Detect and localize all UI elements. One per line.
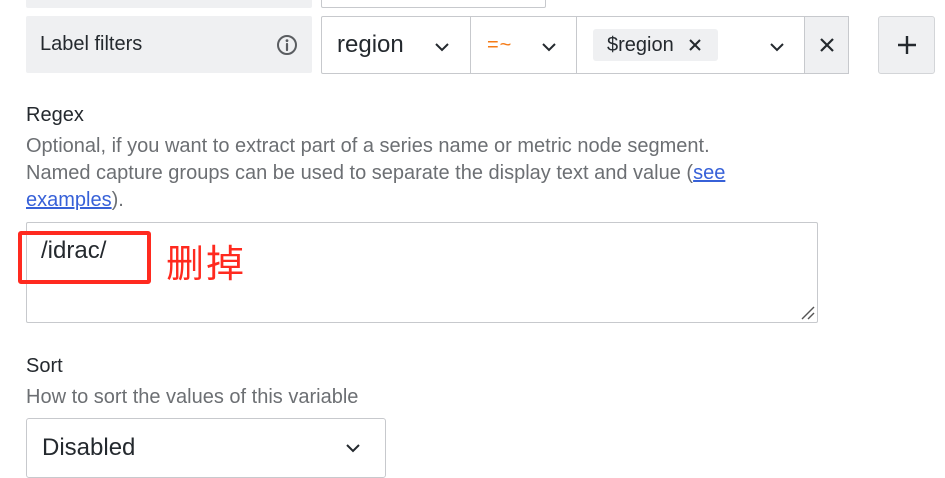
label-key-select[interactable]: region bbox=[321, 16, 471, 74]
sort-select[interactable]: Disabled bbox=[26, 418, 386, 478]
previous-row-input[interactable] bbox=[321, 0, 546, 8]
regex-description-line3: examples). bbox=[26, 187, 886, 214]
previous-row-label bbox=[26, 0, 312, 8]
value-chip-label: $region bbox=[607, 33, 674, 56]
info-icon[interactable] bbox=[276, 34, 298, 56]
regex-description-line1: Optional, if you want to extract part of… bbox=[26, 135, 710, 157]
chevron-down-icon bbox=[770, 43, 784, 52]
regex-description: Optional, if you want to extract part of… bbox=[26, 133, 886, 214]
see-examples-link[interactable]: see bbox=[693, 162, 725, 184]
label-value-select[interactable]: $region bbox=[576, 16, 805, 74]
label-operator-select[interactable]: =~ bbox=[470, 16, 577, 74]
sort-description: How to sort the values of this variable bbox=[26, 386, 359, 408]
annotation-text: 删掉 bbox=[166, 242, 247, 286]
close-icon[interactable] bbox=[688, 38, 702, 52]
annotation-highlight-box bbox=[18, 231, 151, 284]
regex-description-end: ). bbox=[111, 189, 124, 211]
value-chip: $region bbox=[593, 29, 718, 61]
label-operator-value: =~ bbox=[487, 33, 513, 56]
remove-filter-button[interactable] bbox=[804, 16, 849, 74]
plus-icon bbox=[897, 36, 916, 54]
label-filters-label: Label filters bbox=[26, 16, 312, 73]
sort-title: Sort bbox=[26, 355, 63, 377]
close-icon bbox=[819, 38, 834, 52]
label-filters-text: Label filters bbox=[40, 33, 143, 55]
add-filter-button[interactable] bbox=[878, 16, 935, 74]
chevron-down-icon bbox=[542, 43, 556, 52]
regex-title: Regex bbox=[26, 104, 84, 126]
label-key-value: region bbox=[337, 31, 404, 58]
regex-description-line2: Named capture groups can be used to sepa… bbox=[26, 160, 886, 187]
resize-handle-icon[interactable] bbox=[799, 304, 815, 320]
regex-description-text: Named capture groups can be used to sepa… bbox=[26, 162, 694, 184]
see-examples-link-continued[interactable]: examples bbox=[26, 189, 112, 211]
sort-selected-value: Disabled bbox=[42, 434, 136, 461]
chevron-down-icon bbox=[346, 444, 360, 453]
chevron-down-icon bbox=[435, 43, 449, 52]
